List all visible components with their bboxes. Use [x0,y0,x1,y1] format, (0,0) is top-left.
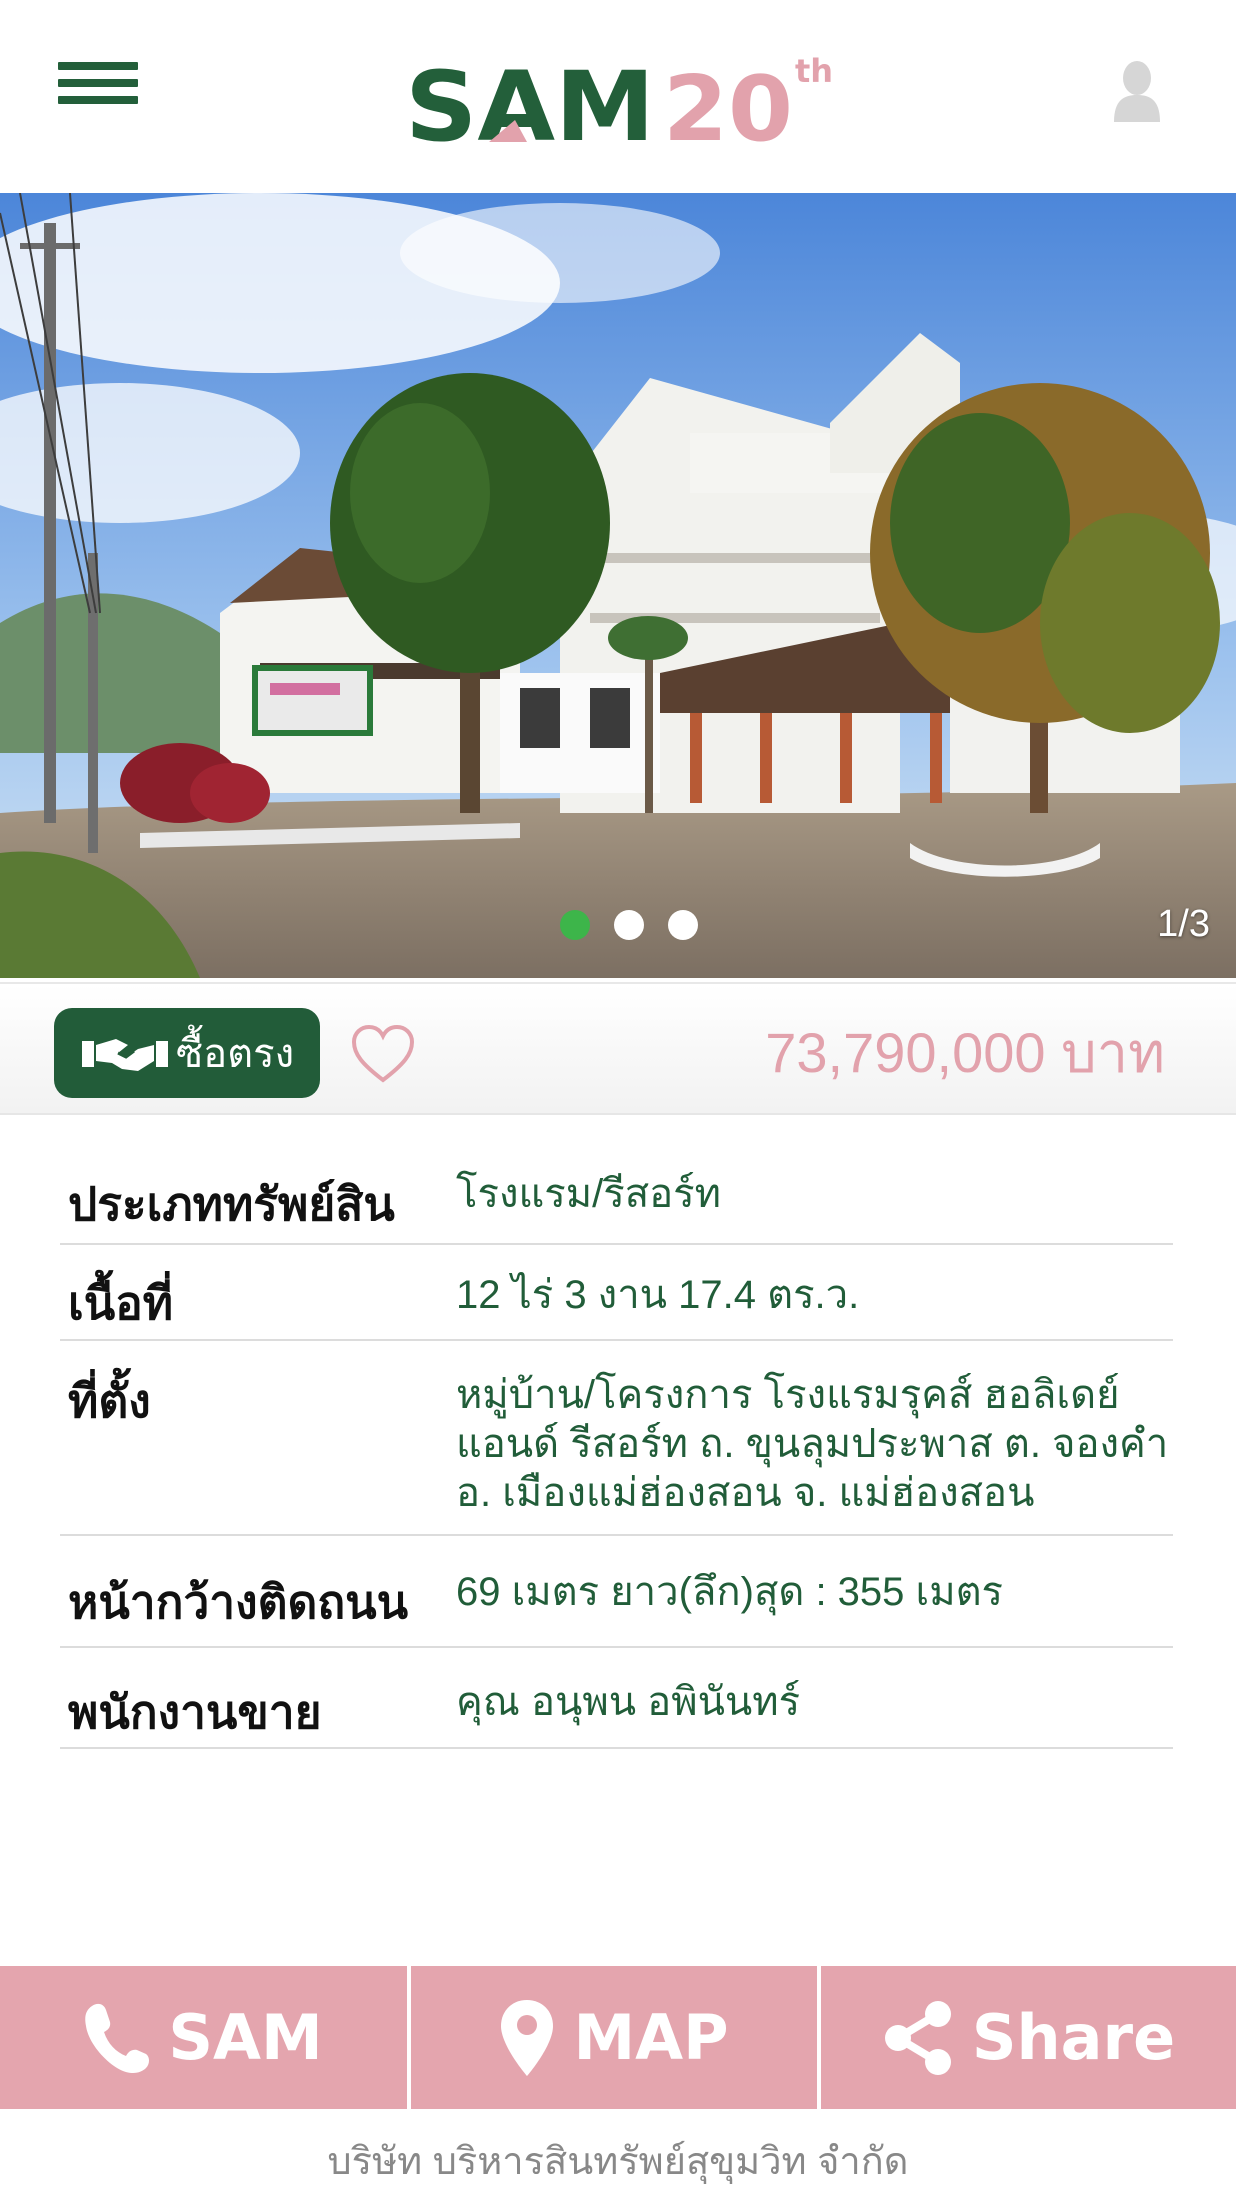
hamburger-menu-icon[interactable] [58,62,138,112]
phone-icon [85,2003,150,2073]
property-price: 73,790,000 บาท [765,1021,1165,1084]
carousel-dot-3[interactable] [668,910,698,940]
detail-row-property-type: ประเภททรัพย์สิน โรงแรม/รีสอร์ท [60,1130,1173,1245]
detail-value: 69 เมตร ยาว(ลึก)สุด : 355 เมตร [456,1570,1004,1614]
carousel-dot-2[interactable] [614,910,644,940]
map-pin-icon [501,1999,554,2076]
property-photo[interactable]: 1/3 [0,193,1236,978]
detail-value: 12 ไร่ 3 งาน 17.4 ตร.ว. [456,1273,860,1317]
detail-key: เนื้อที่ [68,1277,174,1329]
heart-icon[interactable] [350,1024,416,1084]
app-header: SAM 20 th [0,0,1242,190]
call-sam-label: SAM [168,2001,323,2074]
direct-buy-button[interactable]: ซื้อตรง [54,1008,320,1098]
call-sam-button[interactable]: SAM [0,1966,407,2109]
detail-value: หมู่บ้าน/โครงการ โรงแรมรุคส์ ฮอลิเดย์ แอ… [456,1373,1169,1515]
direct-buy-label: ซื้อตรง [176,1032,295,1076]
detail-key: ที่ตั้ง [68,1375,151,1427]
hotel-resort-building-photo [0,193,1236,978]
user-icon[interactable] [1112,60,1162,122]
share-icon [884,2000,951,2075]
detail-row-sales-agent: พนักงานขาย คุณ อนุพน อพินันทร์ [60,1648,1173,1749]
detail-row-location: ที่ตั้ง หมู่บ้าน/โครงการ โรงแรมรุคส์ ฮอล… [60,1341,1173,1536]
detail-key: พนักงานขาย [68,1686,322,1738]
photo-counter: 1/3 [1157,903,1210,945]
carousel-dot-1[interactable] [560,910,590,940]
detail-key: หน้ากว้างติดถนน [68,1576,409,1628]
svg-text:20: 20 [663,57,793,148]
bottom-action-bar: SAM MAP Share [0,1966,1236,2109]
map-label: MAP [573,2001,729,2074]
detail-value: คุณ อนุพน อพินันทร์ [456,1680,801,1724]
carousel-indicators [560,910,698,940]
sam-20th-logo: SAM 20 th [405,51,833,148]
map-button[interactable]: MAP [411,1966,817,2109]
share-button[interactable]: Share [821,1966,1236,2109]
detail-row-frontage: หน้ากว้างติดถนน 69 เมตร ยาว(ลึก)สุด : 35… [60,1536,1173,1648]
property-details: ประเภททรัพย์สิน โรงแรม/รีสอร์ท เนื้อที่ … [60,1130,1173,1749]
detail-value: โรงแรม/รีสอร์ท [456,1172,722,1216]
detail-key: ประเภททรัพย์สิน [68,1178,395,1230]
detail-row-area: เนื้อที่ 12 ไร่ 3 งาน 17.4 ตร.ว. [60,1245,1173,1341]
svg-text:SAM: SAM [405,51,655,148]
svg-text:th: th [795,52,833,90]
share-label: Share [971,2001,1176,2074]
company-footer: บริษัท บริหารสินทรัพย์สุขุมวิท จำกัด [327,2141,909,2183]
listing-action-bar: ซื้อตรง 73,790,000 บาท [0,982,1236,1115]
handshake-icon [82,1039,168,1071]
